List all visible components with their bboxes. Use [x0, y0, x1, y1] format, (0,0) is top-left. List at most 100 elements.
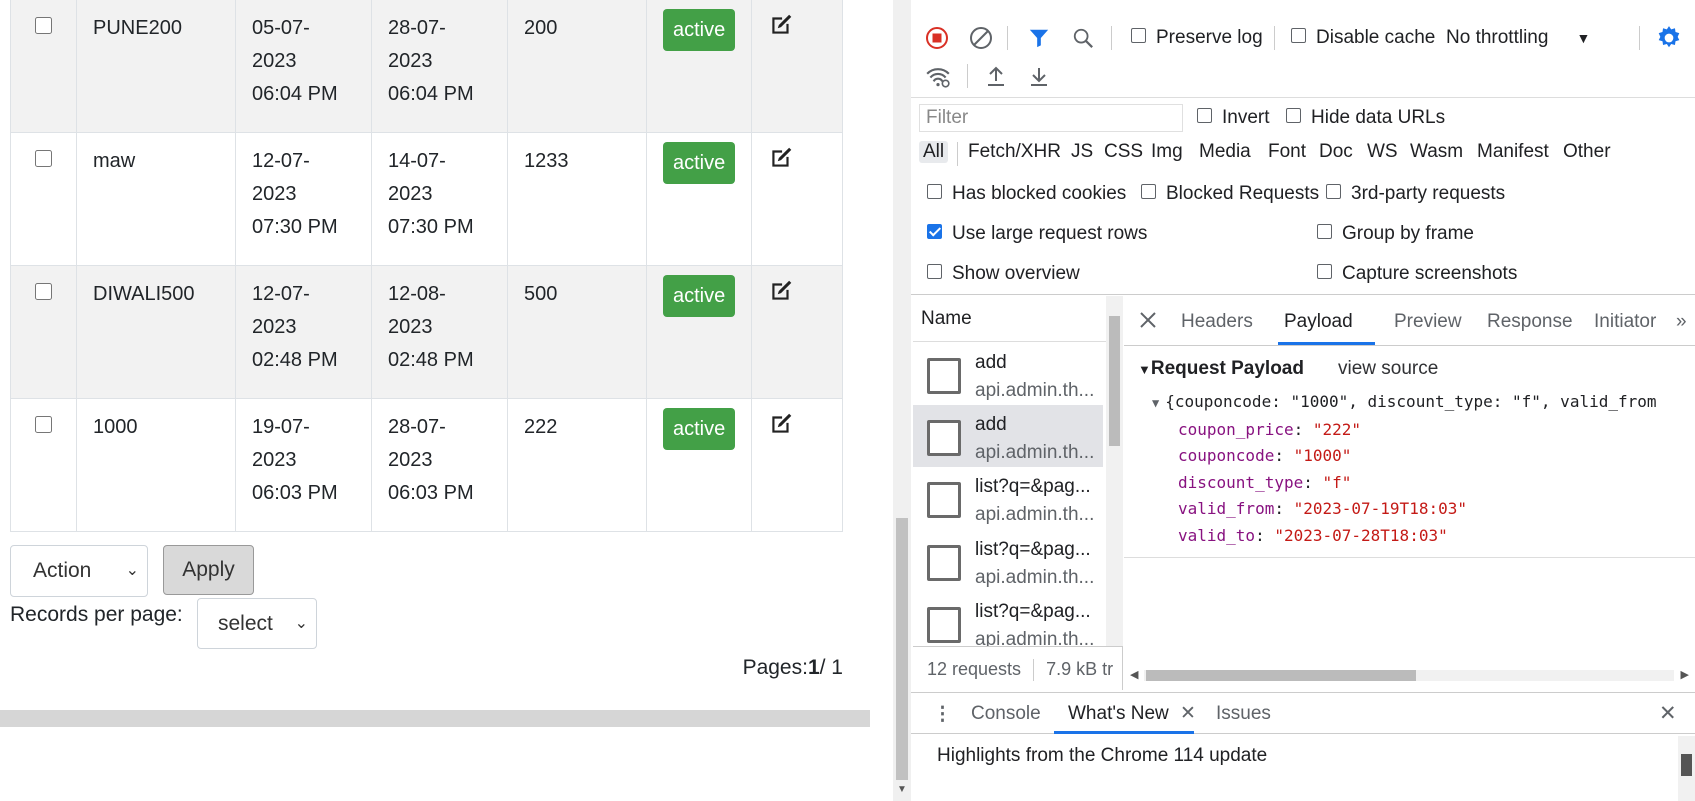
horizontal-scrollbar[interactable]: ◀ ▶ [1124, 666, 1695, 686]
edit-icon[interactable] [768, 12, 794, 49]
valid-from: 12-07- 2023 07:30 PM [235, 132, 372, 266]
close-drawer-icon[interactable]: ✕ [1659, 701, 1677, 726]
checkbox-box[interactable] [1317, 224, 1332, 240]
type-filter-js[interactable]: JS [1071, 141, 1093, 163]
blocked-requests-checkbox[interactable]: Blocked Requests [1141, 183, 1319, 205]
scroll-down-arrow-icon[interactable]: ▼ [897, 784, 907, 795]
group-by-frame-checkbox[interactable]: Group by frame [1317, 223, 1474, 245]
large-request-rows-checkbox[interactable]: Use large request rows [927, 223, 1147, 245]
disable-cache-checkbox[interactable]: Disable cache [1291, 27, 1435, 49]
type-filter-media[interactable]: Media [1199, 141, 1251, 163]
drawer-menu-icon[interactable]: ⋮ [933, 703, 952, 726]
tab-console[interactable]: Console [971, 703, 1041, 725]
clear-icon[interactable] [969, 26, 993, 50]
type-filter-all[interactable]: All [919, 141, 949, 163]
hide-data-urls-checkbox[interactable]: Hide data URLs [1286, 107, 1445, 129]
payload-value: "2023-07-28T18:03" [1274, 526, 1448, 545]
apply-button[interactable]: Apply [163, 545, 254, 595]
checkbox-box[interactable] [927, 264, 942, 280]
upload-icon[interactable] [983, 64, 1009, 90]
request-row[interactable]: list?q=&pag... api.admin.th... [913, 467, 1103, 529]
payload-summary[interactable]: ▼ {couponcode: "1000", discount_type: "f"… [1152, 392, 1657, 411]
edit-icon[interactable] [768, 278, 794, 315]
checkbox-box[interactable] [1197, 108, 1212, 124]
throttling-select[interactable]: No throttling ▼ [1446, 27, 1590, 49]
has-blocked-cookies-checkbox[interactable]: Has blocked cookies [927, 183, 1126, 205]
edit-icon[interactable] [768, 411, 794, 448]
request-row[interactable]: list?q=&pag... api.admin.th... [913, 530, 1103, 592]
show-overview-checkbox[interactable]: Show overview [927, 263, 1080, 285]
from-date: 12-07- [252, 283, 310, 305]
invert-checkbox[interactable]: Invert [1197, 107, 1270, 129]
checkbox-box[interactable] [927, 184, 942, 200]
checkbox-box[interactable] [1326, 184, 1341, 200]
scroll-right-arrow-icon[interactable]: ▶ [1681, 668, 1689, 681]
type-filter-other[interactable]: Other [1563, 141, 1611, 163]
request-row[interactable]: add api.admin.th... [913, 343, 1103, 405]
request-name: add [975, 414, 1007, 435]
drawer-scrollbar[interactable] [1678, 736, 1695, 801]
tab-whats-new[interactable]: What's New [1068, 703, 1169, 725]
payload-section-header[interactable]: ▼Request Payload [1138, 358, 1304, 380]
scrollbar-thumb[interactable] [1109, 316, 1120, 446]
bulk-action-select[interactable]: Action ⌄ [10, 545, 148, 597]
view-source-link[interactable]: view source [1338, 358, 1438, 380]
preserve-log-checkbox[interactable]: Preserve log [1131, 27, 1263, 49]
request-list-scrollbar[interactable] [1106, 296, 1123, 646]
tab-preview[interactable]: Preview [1394, 311, 1462, 333]
tab-initiator[interactable]: Initiator [1594, 311, 1656, 333]
capture-screenshots-checkbox[interactable]: Capture screenshots [1317, 263, 1517, 285]
checkbox-box[interactable] [1286, 108, 1301, 124]
search-icon[interactable] [1071, 26, 1095, 50]
row-checkbox[interactable] [35, 17, 52, 34]
records-per-page-select[interactable]: select ⌄ [197, 598, 317, 649]
app-bottom-shade [0, 710, 870, 727]
close-icon[interactable] [1138, 310, 1158, 330]
more-tabs-icon[interactable]: » [1676, 311, 1687, 333]
third-party-requests-checkbox[interactable]: 3rd-party requests [1326, 183, 1505, 205]
filter-input[interactable]: Filter [919, 104, 1183, 132]
type-filter-img[interactable]: Img [1151, 141, 1183, 163]
status-badge[interactable]: active [663, 408, 736, 450]
page-scrollbar[interactable]: ▼ [893, 0, 911, 801]
checkbox-box[interactable] [1291, 28, 1306, 44]
status-badge[interactable]: active [663, 275, 736, 317]
tab-issues[interactable]: Issues [1216, 703, 1271, 725]
edit-icon[interactable] [768, 145, 794, 182]
name-column-header[interactable]: Name [913, 296, 1122, 342]
tab-response[interactable]: Response [1487, 311, 1573, 333]
status-badge[interactable]: active [663, 9, 736, 51]
request-row[interactable]: add api.admin.th... [913, 405, 1103, 467]
checkbox-box[interactable] [927, 224, 942, 240]
scrollbar-thumb[interactable] [1681, 754, 1692, 776]
close-tab-icon[interactable]: ✕ [1180, 702, 1196, 725]
type-filter-font[interactable]: Font [1268, 141, 1306, 163]
download-icon[interactable] [1026, 64, 1052, 90]
status-badge[interactable]: active [663, 142, 736, 184]
checkbox-box[interactable] [1131, 28, 1146, 44]
file-icon [927, 358, 961, 394]
type-filter-fetch-xhr[interactable]: Fetch/XHR [968, 141, 1061, 163]
row-checkbox[interactable] [35, 416, 52, 433]
tab-headers[interactable]: Headers [1181, 311, 1253, 333]
payload-value: "222" [1312, 420, 1362, 439]
network-conditions-icon[interactable] [925, 64, 951, 90]
type-filter-doc[interactable]: Doc [1319, 141, 1353, 163]
checkbox-box[interactable] [1317, 264, 1332, 280]
filter-icon[interactable] [1027, 26, 1051, 50]
checkbox-box[interactable] [1141, 184, 1156, 200]
request-row[interactable]: list?q=&pag... api.admin.th... [913, 592, 1103, 646]
type-filter-css[interactable]: CSS [1104, 141, 1143, 163]
type-filter-ws[interactable]: WS [1367, 141, 1398, 163]
type-filter-manifest[interactable]: Manifest [1477, 141, 1549, 163]
record-stop-icon[interactable] [925, 26, 949, 50]
type-filter-wasm[interactable]: Wasm [1410, 141, 1463, 163]
row-checkbox[interactable] [35, 150, 52, 167]
tab-payload[interactable]: Payload [1284, 311, 1353, 333]
gear-icon[interactable] [1656, 25, 1682, 51]
page-scrollbar-thumb[interactable] [896, 518, 908, 780]
row-checkbox[interactable] [35, 283, 52, 300]
scroll-left-arrow-icon[interactable]: ◀ [1130, 668, 1138, 681]
scrollbar-thumb[interactable] [1146, 670, 1416, 681]
coupon-code: 1000 [76, 398, 236, 532]
